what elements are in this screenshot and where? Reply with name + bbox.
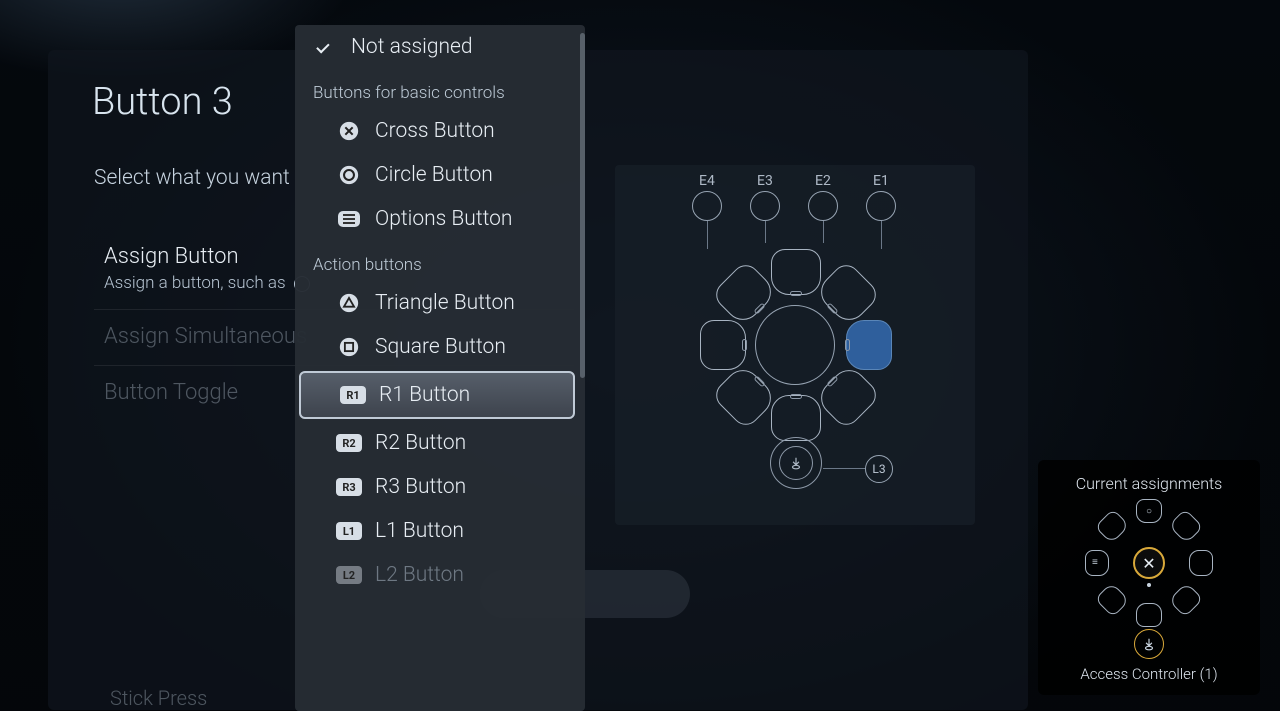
option-l1-button[interactable]: L1 L1 Button	[295, 509, 579, 553]
r1-badge-icon: R1	[340, 386, 366, 404]
ext-port-label: E4	[699, 173, 715, 189]
option-label: R2 Button	[375, 431, 466, 455]
button-assignment-dropdown[interactable]: Not assigned Buttons for basic controls …	[295, 25, 585, 711]
current-assignments-panel: Current assignments ○ ≡ ✕ Access Control…	[1038, 460, 1260, 695]
option-r1-button[interactable]: R1 R1 Button	[299, 371, 575, 419]
assign-left-glyph: ≡	[1092, 557, 1098, 568]
ext-port	[692, 191, 722, 221]
option-label: L1 Button	[375, 519, 464, 543]
page-title: Button 3	[92, 80, 233, 124]
r2-badge-icon: R2	[336, 434, 362, 452]
option-r2-button[interactable]: R2 R2 Button	[295, 421, 579, 465]
ext-port	[866, 191, 896, 221]
petal-6	[700, 320, 746, 370]
option-circle-button[interactable]: Circle Button	[295, 153, 579, 197]
option-label: R3 Button	[375, 475, 466, 499]
option-label: R1 Button	[379, 383, 470, 407]
stick-press-down-icon	[789, 456, 803, 470]
assign-center-button: ✕	[1133, 547, 1165, 579]
r3-badge-icon: R3	[336, 478, 362, 496]
petal-0	[771, 249, 821, 295]
circle-icon	[338, 164, 360, 186]
option-l2-button[interactable]: L2 L2 Button	[295, 553, 579, 597]
option-label: Square Button	[375, 335, 506, 359]
option-label: Not assigned	[351, 35, 473, 59]
analog-stick	[770, 437, 822, 489]
petal-4	[771, 395, 821, 441]
assign-stick-icon	[1134, 629, 1164, 659]
option-not-assigned[interactable]: Not assigned	[295, 25, 579, 69]
assignments-device-label: Access Controller (1)	[1048, 665, 1250, 683]
option-label: Cross Button	[375, 119, 495, 143]
option-r3-button[interactable]: R3 R3 Button	[295, 465, 579, 509]
controller-flower	[705, 255, 885, 435]
option-label: Triangle Button	[375, 291, 515, 315]
cross-icon	[338, 120, 360, 142]
l3-label: L3	[865, 455, 893, 483]
assignments-controller-mini: ○ ≡ ✕	[1089, 503, 1209, 623]
l2-badge-icon: L2	[336, 566, 362, 584]
page-subtitle: Select what you want	[94, 166, 290, 190]
l1-badge-icon: L1	[336, 522, 362, 540]
checkmark-icon	[315, 37, 335, 57]
stick-press-label: Stick Press	[110, 686, 207, 710]
option-options-button[interactable]: Options Button	[295, 197, 579, 241]
ext-port	[808, 191, 838, 221]
triangle-icon	[338, 292, 360, 314]
square-icon	[338, 336, 360, 358]
controller-diagram: E4 E3 E2 E1 L3	[615, 165, 975, 525]
dropdown-scrollbar[interactable]	[580, 33, 585, 378]
dropdown-section-basic: Buttons for basic controls	[295, 69, 579, 109]
option-square-button[interactable]: Square Button	[295, 325, 579, 369]
option-label: L2 Button	[375, 563, 464, 587]
dropdown-section-action: Action buttons	[295, 241, 579, 281]
options-icon	[338, 211, 360, 227]
ext-port	[750, 191, 780, 221]
option-cross-button[interactable]: Cross Button	[295, 109, 579, 153]
petal-2-highlighted	[846, 320, 892, 370]
assignments-title: Current assignments	[1048, 474, 1250, 493]
option-triangle-button[interactable]: Triangle Button	[295, 281, 579, 325]
option-label: Options Button	[375, 207, 512, 231]
option-label: Circle Button	[375, 163, 493, 187]
assign-top-glyph: ○	[1146, 506, 1152, 517]
ext-port-label: E1	[873, 173, 889, 189]
petal-3	[814, 363, 882, 431]
ext-port-label: E3	[757, 173, 773, 189]
ext-port-label: E2	[815, 173, 831, 189]
